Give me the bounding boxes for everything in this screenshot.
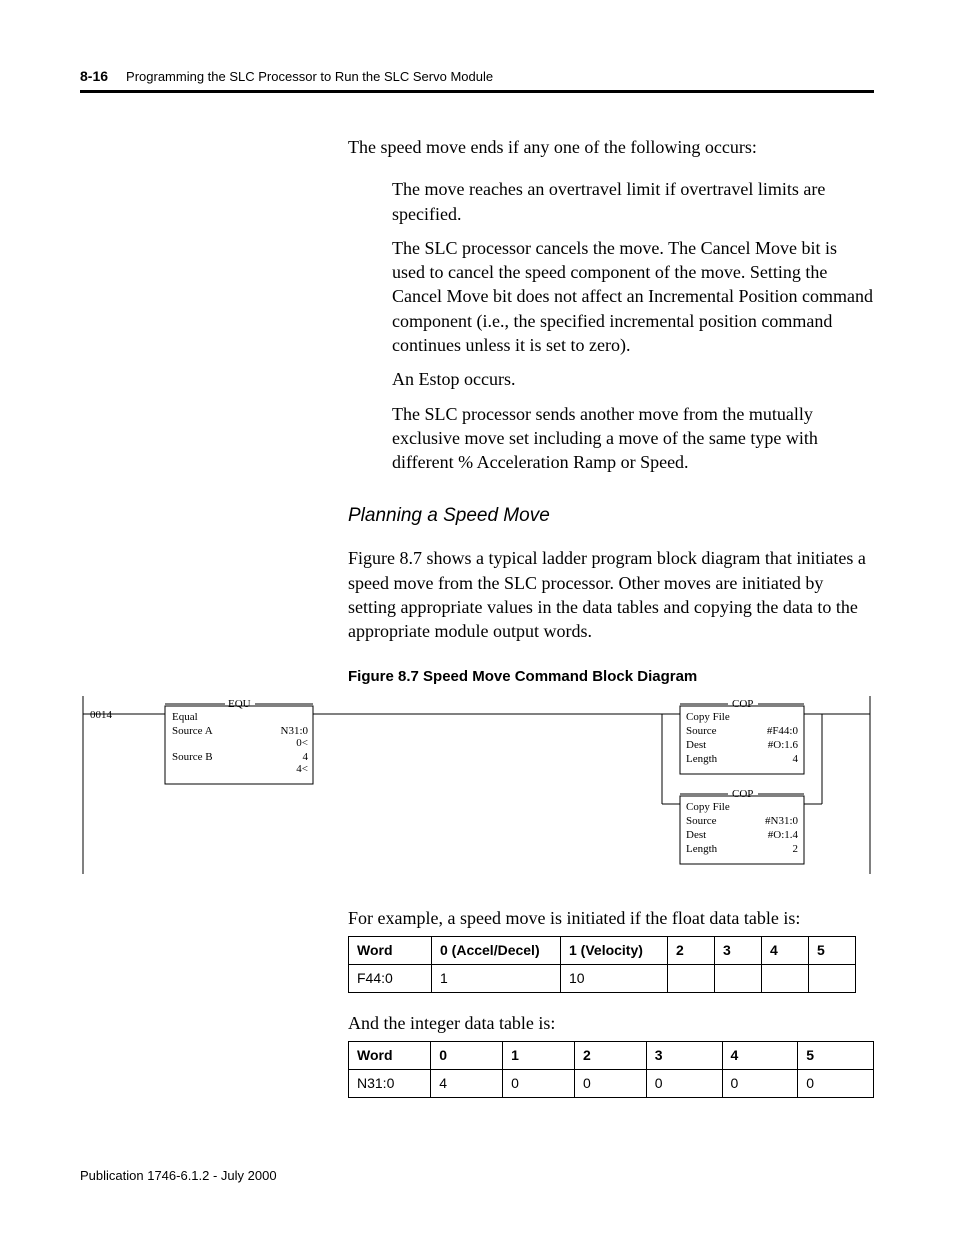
svg-text:Source B: Source B [172,751,213,763]
svg-text:EQU: EQU [228,698,251,710]
svg-text:Dest: Dest [686,829,706,841]
bullet-item: The SLC processor cancels the move. The … [392,236,874,357]
table-cell: 0 [574,1069,646,1097]
svg-text:Dest: Dest [686,739,706,751]
page-number: 8-16 [80,68,108,84]
svg-text:Source A: Source A [172,725,213,737]
table-header: 4 [762,936,809,964]
table-cell: N31:0 [349,1069,431,1097]
table-header: 2 [668,936,715,964]
svg-text:Equal: Equal [172,711,198,723]
table-header: 4 [722,1042,798,1070]
table-header-row: Word 0 (Accel/Decel) 1 (Velocity) 2 3 4 … [349,936,856,964]
header-rule [80,90,874,93]
bullet-item: The SLC processor sends another move fro… [392,402,874,475]
table-header: 5 [798,1042,874,1070]
table-header: 0 (Accel/Decel) [432,936,561,964]
page-header: 8-16 Programming the SLC Processor to Ru… [80,68,874,84]
table-cell: 4 [431,1069,503,1097]
table-header: 5 [809,936,856,964]
table-cell: 0 [722,1069,798,1097]
svg-text:Copy File: Copy File [686,711,730,723]
svg-text:Source: Source [686,725,717,737]
table-header: 3 [646,1042,722,1070]
svg-text:Length: Length [686,843,718,855]
publication-footer: Publication 1746-6.1.2 - July 2000 [80,1168,277,1183]
svg-text:#O:1.4: #O:1.4 [768,829,799,841]
svg-text:Copy File: Copy File [686,801,730,813]
table-cell: 10 [561,964,668,992]
svg-text:COP: COP [732,698,753,710]
table-header: 2 [574,1042,646,1070]
svg-text:4<: 4< [296,763,308,775]
table-row: N31:0 4 0 0 0 0 0 [349,1069,874,1097]
table-cell: 1 [432,964,561,992]
intro-paragraph: The speed move ends if any one of the fo… [348,135,874,159]
bullet-item: The move reaches an overtravel limit if … [392,177,874,226]
bullet-list: The move reaches an overtravel limit if … [392,177,874,474]
svg-text:0<: 0< [296,737,308,749]
integer-data-table: Word 0 1 2 3 4 5 N31:0 4 0 0 0 0 0 [348,1041,874,1098]
chapter-title: Programming the SLC Processor to Run the… [126,69,493,84]
table-header: Word [349,936,432,964]
figure-caption: Figure 8.7 Speed Move Command Block Diag… [348,667,874,687]
table-header: Word [349,1042,431,1070]
table-cell: 0 [646,1069,722,1097]
svg-text:4: 4 [793,753,799,765]
table-cell: 0 [503,1069,575,1097]
table-cell [762,964,809,992]
table-header: 0 [431,1042,503,1070]
table-header-row: Word 0 1 2 3 4 5 [349,1042,874,1070]
table-cell: 0 [798,1069,874,1097]
table-header: 3 [715,936,762,964]
after-figure-text: For example, a speed move is initiated i… [348,906,874,930]
table-cell: F44:0 [349,964,432,992]
sub-paragraph: Figure 8.7 shows a typical ladder progra… [348,546,874,643]
svg-text:N31:0: N31:0 [281,725,309,737]
table-cell [715,964,762,992]
svg-text:COP: COP [732,788,753,800]
table-header: 1 [503,1042,575,1070]
svg-text:#F44:0: #F44:0 [767,725,799,737]
table-header: 1 (Velocity) [561,936,668,964]
svg-text:#N31:0: #N31:0 [765,815,799,827]
subheading: Planning a Speed Move [348,503,874,529]
mid-text: And the integer data table is: [348,1011,874,1035]
table-row: F44:0 1 10 [349,964,856,992]
svg-text:Length: Length [686,753,718,765]
float-data-table: Word 0 (Accel/Decel) 1 (Velocity) 2 3 4 … [348,936,856,993]
svg-text:#O:1.6: #O:1.6 [768,739,799,751]
figure-diagram: 0014 EQU Equal Source A N31:0 0< Source … [80,696,874,876]
svg-text:4: 4 [303,751,309,763]
table-cell [809,964,856,992]
bullet-item: An Estop occurs. [392,367,874,391]
svg-text:Source: Source [686,815,717,827]
table-cell [668,964,715,992]
rung-number: 0014 [90,709,113,721]
svg-text:2: 2 [793,843,799,855]
